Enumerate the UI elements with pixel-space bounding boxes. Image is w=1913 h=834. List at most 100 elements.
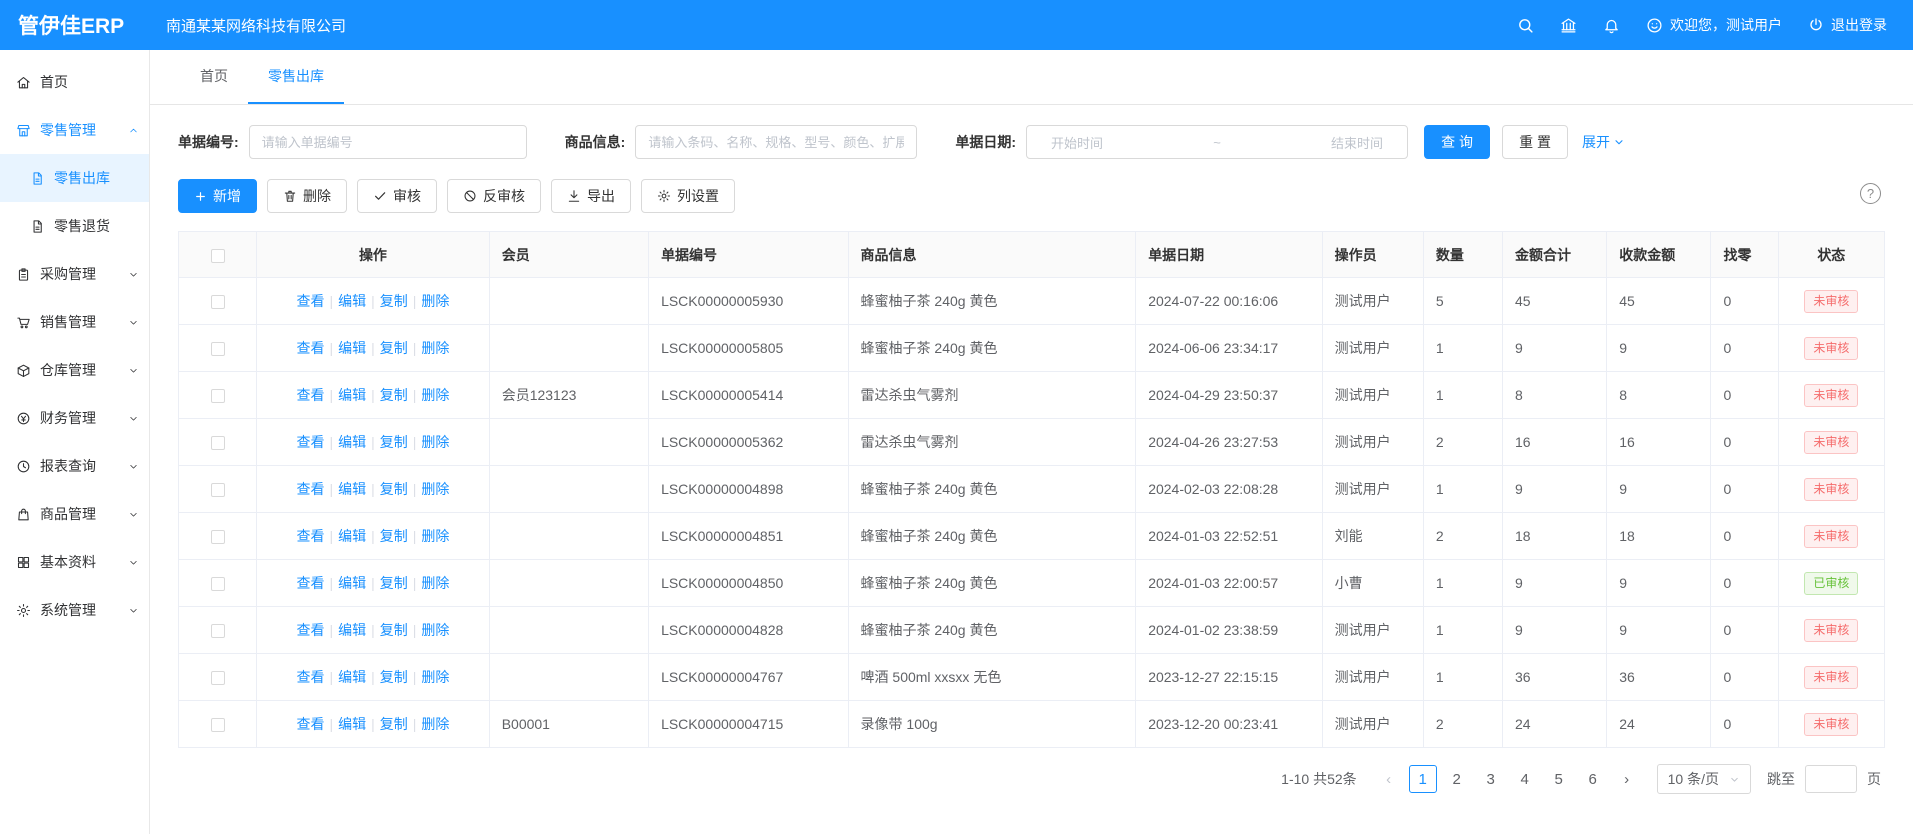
action-delete-link[interactable]: 删除 (421, 293, 449, 309)
action-copy-link[interactable]: 复制 (380, 622, 408, 638)
action-view-link[interactable]: 查看 (296, 622, 324, 638)
sidebar-item-warehouse-management[interactable]: 仓库管理 (0, 346, 149, 394)
action-view-link[interactable]: 查看 (296, 481, 324, 497)
next-page-button[interactable]: › (1613, 765, 1641, 793)
action-edit-link[interactable]: 编辑 (338, 387, 366, 403)
column-header-4: 单据日期 (1136, 232, 1322, 278)
search-button[interactable]: 查 询 (1424, 125, 1490, 159)
page-button-5[interactable]: 5 (1545, 765, 1573, 793)
sidebar-item-sales-management[interactable]: 销售管理 (0, 298, 149, 346)
action-copy-link[interactable]: 复制 (380, 387, 408, 403)
action-edit-link[interactable]: 编辑 (338, 669, 366, 685)
sidebar-item-label: 财务管理 (40, 408, 96, 428)
cell-change: 0 (1711, 372, 1778, 419)
action-edit-link[interactable]: 编辑 (338, 528, 366, 544)
help-icon[interactable]: ? (1860, 183, 1881, 204)
row-checkbox[interactable] (211, 624, 225, 638)
action-edit-link[interactable]: 编辑 (338, 716, 366, 732)
action-delete-link[interactable]: 删除 (421, 669, 449, 685)
tab-home[interactable]: 首页 (180, 50, 248, 104)
action-view-link[interactable]: 查看 (296, 340, 324, 356)
page-button-3[interactable]: 3 (1477, 765, 1505, 793)
expand-link[interactable]: 展开 (1582, 132, 1625, 152)
sidebar-item-retail-management[interactable]: 零售管理 (0, 106, 149, 154)
sidebar-item-retail-return[interactable]: 零售退货 (0, 202, 149, 250)
tab-retail-outbound[interactable]: 零售出库 (248, 50, 344, 104)
bill-no-input[interactable] (249, 125, 527, 159)
sidebar-item-home[interactable]: 首页 (0, 58, 149, 106)
sidebar-item-finance-management[interactable]: 财务管理 (0, 394, 149, 442)
sidebar-item-system-management[interactable]: 系统管理 (0, 586, 149, 634)
action-copy-link[interactable]: 复制 (380, 481, 408, 497)
add-button[interactable]: 新增 (178, 179, 257, 213)
sidebar-item-report-query[interactable]: 报表查询 (0, 442, 149, 490)
search-icon[interactable] (1517, 17, 1534, 34)
row-checkbox[interactable] (211, 530, 225, 544)
row-checkbox[interactable] (211, 483, 225, 497)
user-welcome[interactable]: 欢迎您，测试用户 (1646, 15, 1782, 35)
page-button-2[interactable]: 2 (1443, 765, 1471, 793)
row-checkbox[interactable] (211, 342, 225, 356)
unaudit-button[interactable]: 反审核 (447, 179, 541, 213)
action-edit-link[interactable]: 编辑 (338, 434, 366, 450)
action-delete-link[interactable]: 删除 (421, 716, 449, 732)
action-edit-link[interactable]: 编辑 (338, 293, 366, 309)
audit-button[interactable]: 审核 (357, 179, 437, 213)
sidebar-item-retail-outbound[interactable]: 零售出库 (0, 154, 149, 202)
row-checkbox[interactable] (211, 718, 225, 732)
sidebar-item-purchase-management[interactable]: 采购管理 (0, 250, 149, 298)
goods-input[interactable] (635, 125, 917, 159)
select-all-checkbox[interactable] (211, 249, 225, 263)
prev-page-button[interactable]: ‹ (1375, 765, 1403, 793)
row-checkbox[interactable] (211, 295, 225, 309)
reset-button[interactable]: 重 置 (1502, 125, 1568, 159)
start-date-placeholder[interactable]: 开始时间 (1051, 133, 1103, 152)
column-settings-button[interactable]: 列设置 (641, 179, 735, 213)
row-checkbox[interactable] (211, 389, 225, 403)
action-view-link[interactable]: 查看 (296, 293, 324, 309)
action-copy-link[interactable]: 复制 (380, 293, 408, 309)
delete-button[interactable]: 删除 (267, 179, 347, 213)
action-delete-link[interactable]: 删除 (421, 481, 449, 497)
page-size-select[interactable]: 10 条/页 (1657, 764, 1751, 794)
action-view-link[interactable]: 查看 (296, 669, 324, 685)
action-copy-link[interactable]: 复制 (380, 340, 408, 356)
action-copy-link[interactable]: 复制 (380, 716, 408, 732)
sidebar-item-basic-data[interactable]: 基本资料 (0, 538, 149, 586)
building-icon[interactable] (1560, 17, 1577, 34)
action-delete-link[interactable]: 删除 (421, 340, 449, 356)
page-button-4[interactable]: 4 (1511, 765, 1539, 793)
action-copy-link[interactable]: 复制 (380, 434, 408, 450)
export-button[interactable]: 导出 (551, 179, 631, 213)
sidebar-item-goods-management[interactable]: 商品管理 (0, 490, 149, 538)
action-view-link[interactable]: 查看 (296, 528, 324, 544)
action-delete-link[interactable]: 删除 (421, 387, 449, 403)
page-button-1[interactable]: 1 (1409, 765, 1437, 793)
action-copy-link[interactable]: 复制 (380, 575, 408, 591)
cell-goods: 雷达杀虫气雾剂 (848, 372, 1136, 419)
action-view-link[interactable]: 查看 (296, 434, 324, 450)
action-view-link[interactable]: 查看 (296, 575, 324, 591)
date-range-input[interactable]: 开始时间 ~ 结束时间 (1026, 125, 1408, 159)
action-delete-link[interactable]: 删除 (421, 622, 449, 638)
action-view-link[interactable]: 查看 (296, 387, 324, 403)
page-button-6[interactable]: 6 (1579, 765, 1607, 793)
bell-icon[interactable] (1603, 17, 1620, 34)
action-edit-link[interactable]: 编辑 (338, 481, 366, 497)
action-copy-link[interactable]: 复制 (380, 528, 408, 544)
action-edit-link[interactable]: 编辑 (338, 622, 366, 638)
action-delete-link[interactable]: 删除 (421, 575, 449, 591)
end-date-placeholder[interactable]: 结束时间 (1331, 133, 1383, 152)
logout-button[interactable]: 退出登录 (1808, 15, 1887, 35)
action-copy-link[interactable]: 复制 (380, 669, 408, 685)
cell-date: 2024-01-02 23:38:59 (1136, 607, 1322, 654)
action-edit-link[interactable]: 编辑 (338, 340, 366, 356)
action-delete-link[interactable]: 删除 (421, 434, 449, 450)
row-checkbox[interactable] (211, 577, 225, 591)
row-checkbox[interactable] (211, 671, 225, 685)
action-edit-link[interactable]: 编辑 (338, 575, 366, 591)
action-delete-link[interactable]: 删除 (421, 528, 449, 544)
row-checkbox[interactable] (211, 436, 225, 450)
jump-page-input[interactable] (1805, 765, 1857, 793)
action-view-link[interactable]: 查看 (296, 716, 324, 732)
